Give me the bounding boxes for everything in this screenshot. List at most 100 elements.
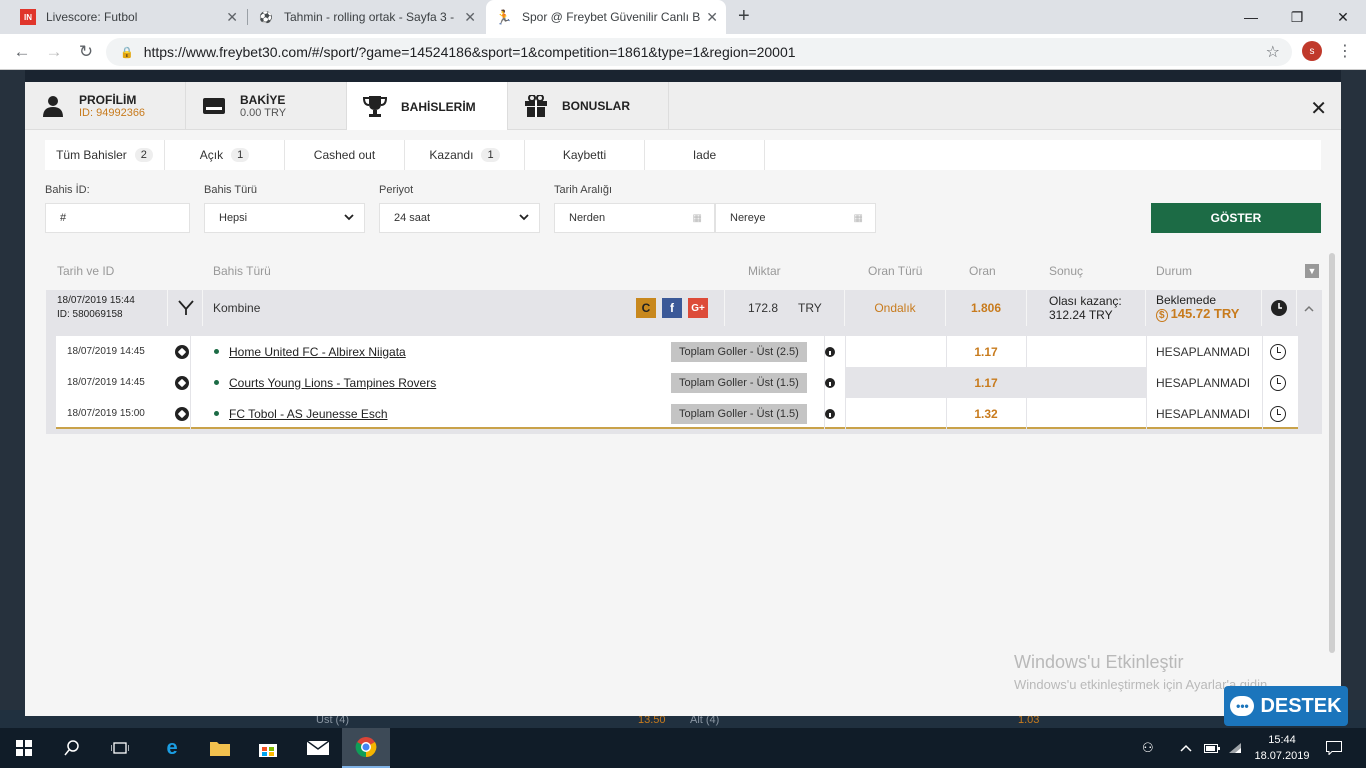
filter-tab-refund[interactable]: Iade — [645, 140, 765, 170]
selections-list: 18/07/2019 14:45 Home United FC - Albire… — [56, 336, 1298, 429]
cashout-amount[interactable]: $145.72 TRY — [1156, 307, 1239, 323]
close-window-button[interactable]: ✕ — [1320, 0, 1366, 34]
store-icon[interactable] — [244, 728, 292, 768]
cashout-icon[interactable]: C — [636, 298, 656, 318]
match-link[interactable]: Home United FC - Albirex Niigata — [229, 345, 406, 359]
chrome-icon[interactable] — [342, 728, 390, 768]
live-dot — [214, 349, 219, 354]
clock-icon — [1270, 290, 1288, 326]
input-value: Nerden — [569, 212, 606, 224]
account-modal: PROFİLİM ID: 94992366 BAKİYE 0.00 TRY BA… — [25, 82, 1341, 716]
system-clock[interactable]: 15:44 18.07.2019 — [1252, 732, 1312, 764]
filter-tab-cashed-out[interactable]: Cashed out — [285, 140, 405, 170]
period-select[interactable]: 24 saat — [379, 203, 540, 233]
restore-button[interactable]: ❐ — [1274, 0, 1320, 34]
bookmark-star-icon[interactable]: ☆ — [1266, 42, 1280, 62]
selection-status: HESAPLANMADI — [1156, 344, 1251, 359]
selection-zone: Courts Young Lions - Tampines Rovers — [202, 367, 672, 398]
match-link[interactable]: Courts Young Lions - Tampines Rovers — [229, 376, 436, 390]
battery-icon[interactable] — [1204, 728, 1220, 768]
browser-tab-tahmin[interactable]: ⚽ Tahmin - rolling ortak - Sayfa 3 - ✕ — [248, 0, 484, 34]
filter-tab-won[interactable]: Kazandı 1 — [405, 140, 525, 170]
365-logo-icon: IN — [20, 9, 36, 25]
table-header: Tarih ve ID Bahis Türü Miktar Oran Türü … — [46, 253, 1322, 289]
scrollbar[interactable] — [1329, 253, 1335, 653]
result-label: Olası kazanç: — [1049, 294, 1122, 308]
bet-id-input[interactable]: # — [45, 203, 190, 233]
match-link[interactable]: FC Tobol - AS Jeunesse Esch — [229, 407, 388, 421]
expand-all-icon[interactable]: ▼ — [1305, 264, 1319, 278]
minimize-button[interactable]: — — [1228, 0, 1274, 34]
soccer-ball-icon — [175, 398, 191, 429]
show-button[interactable]: GÖSTER — [1151, 203, 1321, 233]
filter-tab-lost[interactable]: Kaybetti — [525, 140, 645, 170]
task-view-icon[interactable] — [96, 728, 144, 768]
calendar-icon: ▦ — [853, 212, 863, 224]
wifi-icon[interactable] — [1228, 728, 1242, 768]
profile-avatar[interactable]: s — [1302, 41, 1322, 61]
close-icon[interactable]: ✕ — [464, 9, 476, 26]
balance-value: 0.00 TRY — [240, 107, 287, 119]
reload-button[interactable]: ↻ — [74, 40, 98, 64]
search-icon[interactable] — [48, 728, 96, 768]
menu-dots-icon[interactable]: ⋮ — [1337, 41, 1353, 61]
browser-tab-livescore[interactable]: IN Livescore: Futbol ✕ — [10, 0, 246, 34]
edge-browser-icon[interactable]: e — [148, 728, 196, 768]
url-bar[interactable]: 🔒 https://www.freybet30.com/#/sport/?gam… — [106, 38, 1292, 66]
google-plus-icon[interactable]: G+ — [688, 298, 708, 318]
tab-profile[interactable]: PROFİLİM ID: 94992366 — [25, 82, 186, 130]
column-divider — [824, 336, 825, 429]
chevron-up-icon[interactable] — [1301, 290, 1317, 326]
windows-taskbar: e ⚇ 15:44 18.07.2019 — [0, 728, 1366, 768]
date-from-input[interactable]: Nerden ▦ — [554, 203, 715, 233]
account-tabs: PROFİLİM ID: 94992366 BAKİYE 0.00 TRY BA… — [25, 82, 1341, 131]
selection-status: HESAPLANMADI — [1156, 375, 1251, 390]
support-button[interactable]: ••• DESTEK — [1224, 686, 1348, 726]
filter-tab-all[interactable]: Tüm Bahisler 2 — [45, 140, 165, 170]
tab-title: Livescore: Futbol — [46, 10, 138, 24]
column-divider — [1145, 290, 1146, 326]
notifications-icon[interactable] — [1326, 728, 1342, 768]
selection-zone: Home United FC - Albirex Niigata — [202, 336, 686, 367]
browser-tab-freybet[interactable]: 🏃 Spor @ Freybet Güvenilir Canlı B ✕ — [486, 0, 726, 34]
column-divider — [190, 336, 191, 429]
tab-balance[interactable]: BAKİYE 0.00 TRY — [186, 82, 347, 130]
info-icon[interactable] — [820, 367, 840, 398]
table-row[interactable]: 18/07/2019 15:44 ID: 580069158 Kombine C… — [46, 290, 1322, 326]
column-header: Tarih ve ID — [57, 264, 115, 278]
cashout-value: 145.72 TRY — [1170, 306, 1240, 321]
file-explorer-icon[interactable] — [196, 728, 244, 768]
mail-icon[interactable] — [294, 728, 342, 768]
close-icon[interactable]: ✕ — [226, 9, 238, 26]
live-dot — [214, 380, 219, 385]
windows-start-icon[interactable] — [0, 728, 48, 768]
soccer-ball-icon — [175, 367, 191, 398]
market-label: Toplam Goller - Üst (1.5) — [671, 372, 807, 393]
filter-tab-open[interactable]: Açık 1 — [165, 140, 285, 170]
chevron-up-icon[interactable] — [1180, 728, 1192, 768]
market-label: Toplam Goller - Üst (1.5) — [671, 403, 807, 424]
filter-label: Kaybetti — [562, 148, 607, 162]
facebook-icon[interactable]: f — [662, 298, 682, 318]
market-badge: Toplam Goller - Üst (1.5) — [671, 398, 807, 429]
people-icon[interactable]: ⚇ — [1142, 728, 1154, 768]
close-icon[interactable]: ✕ — [1310, 96, 1327, 121]
selection-status: HESAPLANMADI — [1156, 406, 1251, 421]
close-icon[interactable]: ✕ — [706, 9, 718, 26]
new-tab-button[interactable]: + — [738, 5, 750, 28]
bet-amount: 172.8 — [748, 301, 779, 315]
runner-icon: 🏃 — [495, 8, 513, 25]
bet-status: Beklemede $145.72 TRY — [1156, 290, 1266, 326]
info-icon[interactable] — [820, 336, 840, 367]
back-button[interactable]: ← — [10, 40, 34, 64]
chevron-down-icon — [519, 212, 529, 224]
tab-bonuses[interactable]: BONUSLAR — [508, 82, 669, 130]
info-icon[interactable] — [820, 398, 840, 429]
date-to-input[interactable]: Nereye ▦ — [715, 203, 876, 233]
column-divider — [1261, 290, 1262, 326]
bet-type-select[interactable]: Hepsi — [204, 203, 365, 233]
column-header: Sonuç — [1049, 264, 1084, 278]
forward-button[interactable]: → — [42, 40, 66, 64]
tab-my-bets[interactable]: BAHİSLERİM — [347, 82, 508, 131]
tab-title: PROFİLİM — [79, 93, 137, 107]
